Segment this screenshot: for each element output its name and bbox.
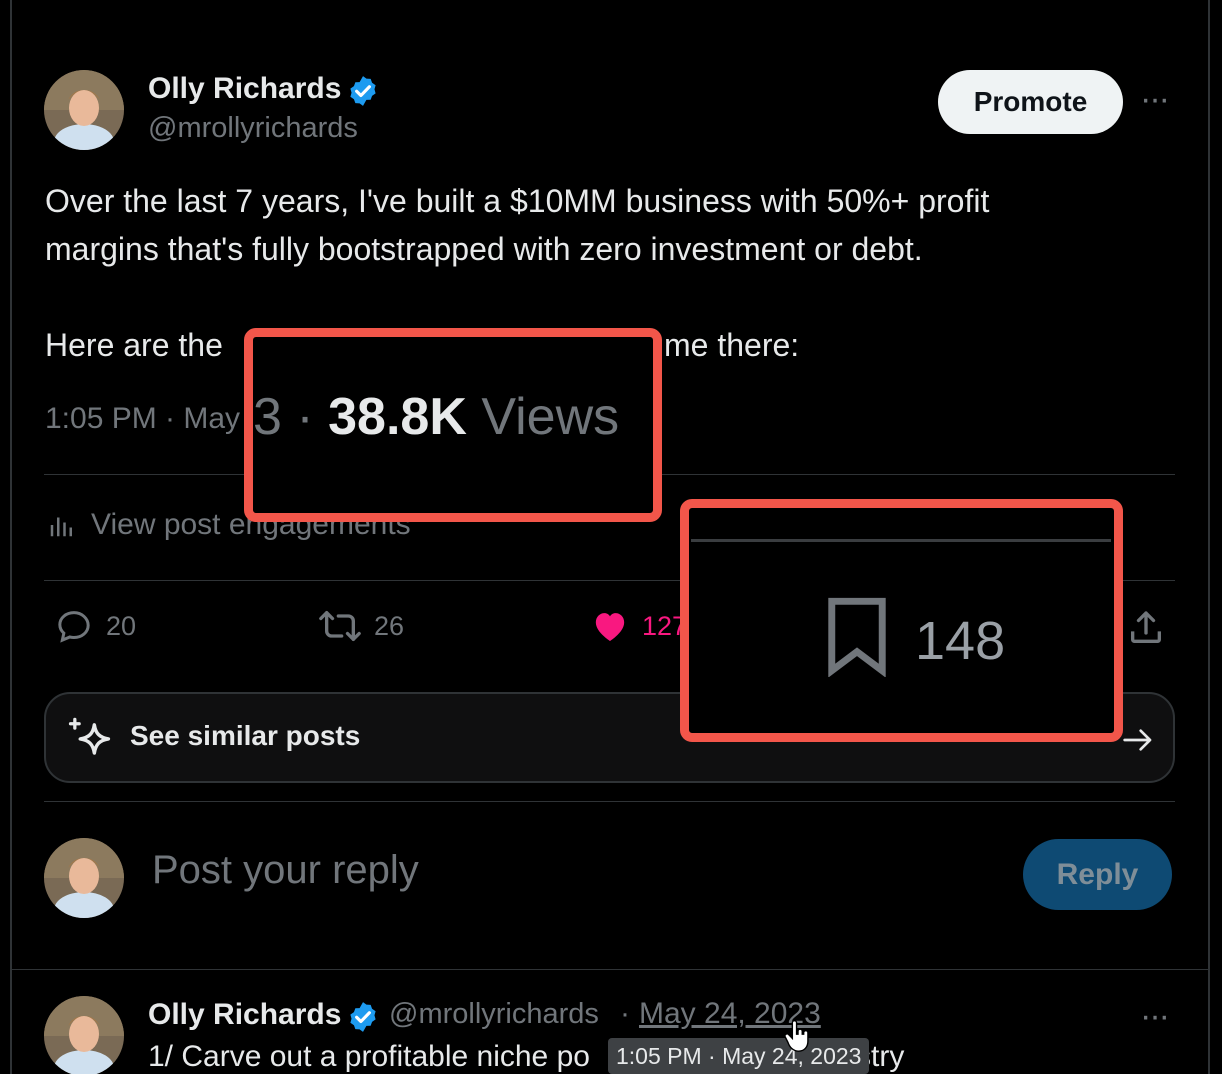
verified-badge-icon	[350, 76, 376, 106]
views-count: 38.8K	[328, 388, 467, 446]
reply-input[interactable]: Post your reply	[152, 848, 419, 893]
tweet-text-line-2: margins that's fully bootstrapped with z…	[45, 231, 923, 267]
tweet-text-line-3-end: me there:	[664, 327, 800, 363]
timeline-border-left	[10, 0, 12, 1074]
heart-icon	[595, 613, 625, 641]
repost-icon	[319, 611, 361, 641]
tweet-text-line-3-start: Here are the	[45, 327, 223, 363]
zoom-divider	[691, 539, 1111, 542]
bookmark-icon	[828, 597, 886, 677]
divider	[44, 801, 1175, 802]
date-separator: ·	[620, 997, 630, 1030]
date-tooltip: 1:05 PM · May 24, 2023	[608, 1038, 870, 1074]
reply-action[interactable]: 20	[54, 606, 136, 646]
sparkle-icon	[68, 717, 111, 755]
bookmark-zoom-callout: 148	[680, 499, 1123, 742]
tweet-text-line-1: Over the last 7 years, I've built a $10M…	[45, 183, 990, 219]
thread-post-text-start: 1/ Carve out a profitable niche po	[148, 1040, 590, 1073]
bookmark-count: 148	[915, 611, 1006, 671]
analytics-icon	[50, 517, 72, 537]
views-zoom-text: 3 · 38.8K Views	[253, 387, 619, 447]
tweet-timestamp[interactable]: 1:05 PM · May 2	[45, 402, 265, 436]
reply-icon	[58, 611, 90, 643]
repost-action[interactable]: 26	[318, 606, 404, 646]
thread-author-avatar[interactable]	[44, 996, 124, 1074]
repost-count: 26	[374, 610, 405, 641]
like-action[interactable]: 127	[590, 606, 687, 646]
thread-author-name[interactable]: Olly Richards	[148, 998, 341, 1032]
verified-badge-icon	[350, 1002, 376, 1032]
promote-button[interactable]: Promote	[938, 70, 1123, 134]
author-handle[interactable]: @mrollyrichards	[148, 112, 358, 145]
reply-count: 20	[106, 610, 137, 641]
more-options-icon[interactable]: ···	[1140, 80, 1170, 119]
see-similar-posts-label: See similar posts	[130, 720, 361, 751]
views-label: Views	[466, 388, 620, 446]
arrow-right-icon	[1123, 729, 1152, 751]
author-avatar[interactable]	[44, 70, 124, 150]
views-zoom-prefix: 3 ·	[253, 388, 329, 446]
author-name[interactable]: Olly Richards	[148, 72, 341, 106]
views-zoom-callout: 3 · 38.8K Views	[244, 328, 662, 522]
divider	[10, 969, 1210, 970]
hand-cursor-icon	[784, 1020, 809, 1052]
user-avatar[interactable]	[44, 838, 124, 918]
reply-button[interactable]: Reply	[1023, 839, 1172, 910]
share-action[interactable]	[1126, 608, 1166, 648]
share-icon	[1131, 611, 1161, 643]
timeline-border-right	[1208, 0, 1210, 1074]
thread-more-options-icon[interactable]: ···	[1140, 997, 1170, 1036]
thread-author-handle[interactable]: @mrollyrichards	[389, 998, 599, 1031]
